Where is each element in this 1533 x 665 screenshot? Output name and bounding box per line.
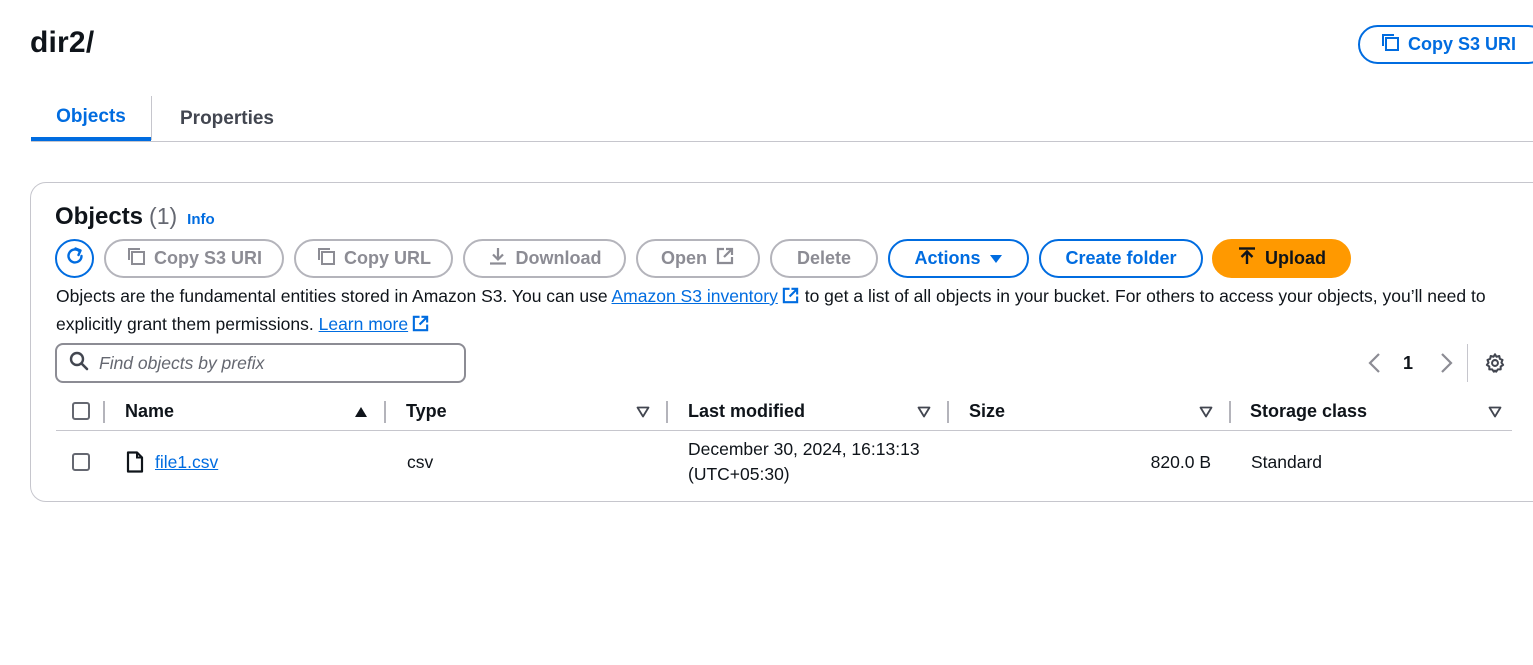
external-link-icon <box>715 246 735 271</box>
objects-panel-header: Objects (1) Info <box>55 203 215 231</box>
delete-button[interactable]: Delete <box>770 239 878 278</box>
external-link-icon <box>411 314 430 340</box>
column-header-size[interactable]: Size <box>969 393 1005 430</box>
table-row: file1.csv csv December 30, 2024, 16:13:1… <box>56 432 1512 492</box>
sort-descending-icon[interactable] <box>1488 405 1502 423</box>
search-input[interactable] <box>99 352 439 374</box>
create-folder-button[interactable]: Create folder <box>1039 239 1203 278</box>
column-divider <box>1229 401 1231 423</box>
tab-bar: Objects Properties <box>31 96 1533 142</box>
row-checkbox[interactable] <box>72 453 90 471</box>
open-button[interactable]: Open <box>636 239 760 278</box>
file-name-link[interactable]: file1.csv <box>155 452 218 473</box>
copy-icon <box>316 246 336 271</box>
upload-arrow-icon <box>1237 246 1257 271</box>
actions-button-label: Actions <box>914 248 981 268</box>
description-text-1: Objects are the fundamental entities sto… <box>56 286 612 306</box>
actions-dropdown-button[interactable]: Actions <box>888 239 1029 278</box>
chevron-right-icon[interactable] <box>1436 350 1456 381</box>
file-size: 820.0 B <box>1150 452 1211 472</box>
copy-url-button-label: Copy URL <box>344 248 431 268</box>
refresh-icon <box>64 245 86 272</box>
create-folder-button-label: Create folder <box>1065 248 1177 268</box>
open-button-label: Open <box>660 248 707 268</box>
column-header-type[interactable]: Type <box>406 393 447 430</box>
search-box <box>55 343 466 383</box>
sort-descending-icon[interactable] <box>636 405 650 423</box>
column-divider <box>103 401 105 423</box>
last-modified-timezone: (UTC+05:30) <box>688 464 790 484</box>
current-page-number[interactable]: 1 <box>1403 353 1413 374</box>
chevron-left-icon[interactable] <box>1365 350 1385 381</box>
download-button-label: Download <box>515 248 602 268</box>
column-header-last-modified[interactable]: Last modified <box>688 393 805 430</box>
info-link[interactable]: Info <box>187 211 215 228</box>
copy-icon <box>126 246 146 271</box>
gear-icon[interactable] <box>1484 352 1506 379</box>
learn-more-link[interactable]: Learn more <box>319 314 409 334</box>
table-header: Name Type Last modified Size Storage cla… <box>56 393 1512 431</box>
copy-url-button[interactable]: Copy URL <box>294 239 453 278</box>
last-modified-date: December 30, 2024, 16:13:13 <box>688 439 920 459</box>
file-type: csv <box>407 452 434 472</box>
upload-button[interactable]: Upload <box>1212 239 1351 278</box>
copy-s3-uri-header-button[interactable]: Copy S3 URI <box>1358 25 1533 64</box>
copy-s3-uri-button[interactable]: Copy S3 URI <box>104 239 284 278</box>
s3-inventory-link[interactable]: Amazon S3 inventory <box>612 286 778 306</box>
column-header-storage-class[interactable]: Storage class <box>1250 393 1367 430</box>
upload-button-label: Upload <box>1265 248 1326 268</box>
download-button[interactable]: Download <box>463 239 626 278</box>
sort-descending-icon[interactable] <box>917 405 931 423</box>
delete-button-label: Delete <box>796 248 852 268</box>
download-icon <box>488 246 508 271</box>
file-icon <box>126 451 144 478</box>
objects-panel-title: Objects <box>55 203 144 230</box>
refresh-button[interactable] <box>55 239 94 278</box>
copy-s3-uri-button-label: Copy S3 URI <box>153 248 263 268</box>
select-all-checkbox[interactable] <box>72 402 90 420</box>
external-link-icon <box>781 286 800 312</box>
tab-properties[interactable]: Properties <box>152 96 302 142</box>
storage-class: Standard <box>1251 452 1323 472</box>
column-divider <box>384 401 386 423</box>
caret-down-icon <box>989 248 1003 269</box>
search-icon <box>69 351 89 376</box>
page-title: dir2/ <box>30 26 95 59</box>
objects-description: Objects are the fundamental entities sto… <box>56 284 1516 340</box>
column-divider <box>666 401 668 423</box>
copy-s3-uri-label: Copy S3 URI <box>1408 34 1517 54</box>
sort-descending-icon[interactable] <box>1199 405 1213 423</box>
copy-icon <box>1380 32 1400 57</box>
sort-ascending-icon[interactable] <box>354 405 368 423</box>
column-header-name[interactable]: Name <box>125 393 174 430</box>
objects-count: (1) <box>149 203 178 229</box>
pagination-divider <box>1467 344 1468 382</box>
column-divider <box>947 401 949 423</box>
tab-objects[interactable]: Objects <box>31 96 151 141</box>
